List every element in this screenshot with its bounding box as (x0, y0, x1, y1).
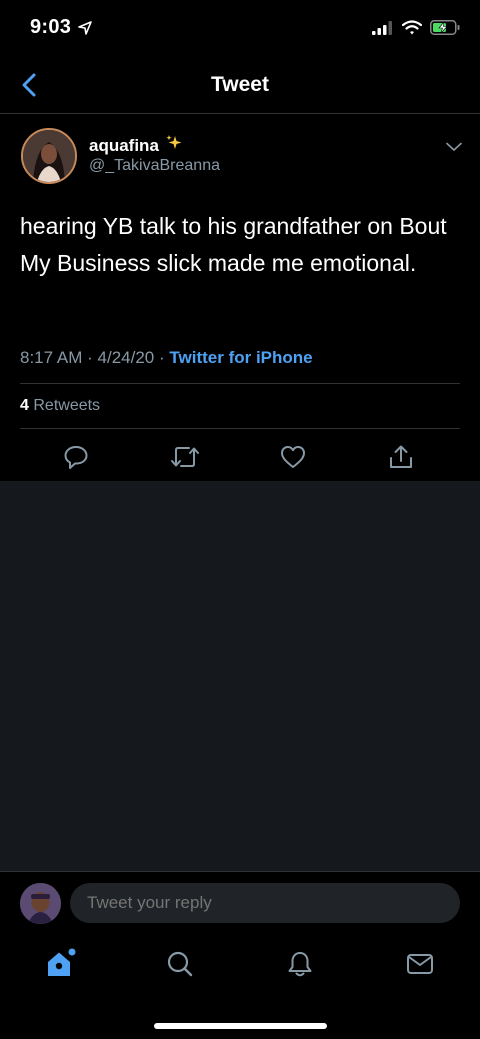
meta-separator-2: · (158, 348, 165, 367)
status-icons (372, 20, 460, 40)
avatar[interactable] (21, 128, 77, 184)
divider (20, 383, 460, 384)
status-time: 9:03 (30, 16, 72, 38)
wifi-icon (401, 20, 423, 40)
notifications-icon (288, 952, 312, 977)
retweet-count-number: 4 (20, 397, 29, 414)
tweet-time: 8:17 AM (20, 348, 83, 367)
retweet-count[interactable]: 4 Retweets (20, 397, 100, 415)
like-button[interactable] (275, 439, 311, 475)
tweet-actions (0, 439, 480, 475)
display-name-text: aquafina (89, 135, 159, 155)
bottom-bar (0, 871, 480, 1039)
location-arrow-icon (78, 21, 92, 40)
display-name[interactable]: aquafina (89, 134, 183, 157)
battery-icon (430, 20, 460, 40)
tab-notifications[interactable] (278, 942, 322, 986)
reply-icon (64, 446, 88, 469)
meta-separator: · (87, 348, 93, 367)
reply-input[interactable] (70, 883, 460, 923)
like-icon (281, 446, 305, 468)
home-indicator (154, 1023, 327, 1029)
share-button[interactable] (383, 439, 419, 475)
empty-replies-area (0, 481, 480, 871)
retweet-button[interactable] (167, 439, 203, 475)
status-bar: 9:03 (0, 0, 480, 58)
chevron-down-icon (446, 142, 462, 152)
tweet-text: hearing YB talk to his grandfather on Bo… (20, 213, 447, 276)
tab-bar (0, 942, 480, 986)
search-icon (167, 951, 193, 977)
tweet-menu-button[interactable] (446, 139, 462, 157)
retweet-count-label: Retweets (33, 397, 101, 414)
home-icon (48, 948, 76, 976)
nav-bar: Tweet (0, 58, 480, 114)
tweet-date: 4/24/20 (97, 348, 155, 367)
divider (20, 428, 460, 429)
page-title: Tweet (211, 73, 269, 96)
tab-search[interactable] (158, 942, 202, 986)
retweet-icon (171, 447, 199, 467)
reply-button[interactable] (58, 439, 94, 475)
tweet-meta: 8:17 AM · 4/24/20 · Twitter for iPhone (20, 348, 313, 368)
messages-icon (407, 954, 433, 974)
sparkles-icon (165, 134, 183, 157)
tweet-source-link[interactable]: Twitter for iPhone (169, 348, 312, 367)
tweet-detail: aquafina @_TakivaBreanna hearing YB talk… (0, 115, 480, 481)
tab-messages[interactable] (398, 942, 442, 986)
tab-home[interactable] (38, 942, 82, 986)
reply-avatar[interactable] (20, 883, 61, 924)
share-icon (390, 445, 412, 468)
signal-icon (372, 20, 394, 40)
user-handle[interactable]: @_TakivaBreanna (89, 157, 220, 175)
